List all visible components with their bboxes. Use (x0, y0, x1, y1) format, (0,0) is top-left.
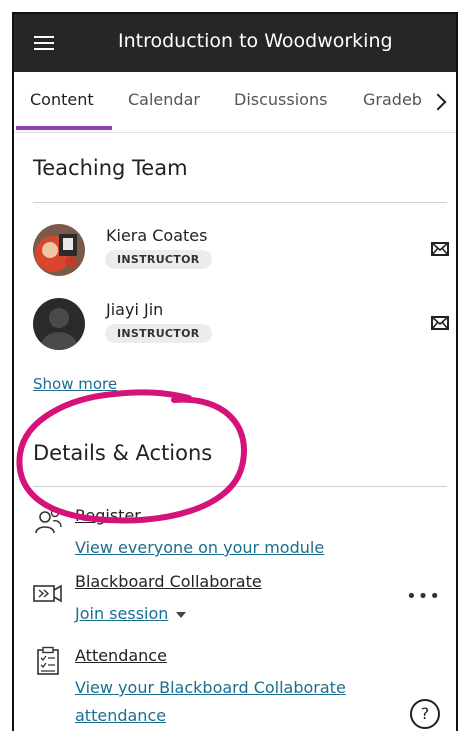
member-name[interactable]: Kiera Coates (106, 226, 207, 245)
clipboard-icon (37, 646, 59, 675)
show-more-link[interactable]: Show more (33, 375, 117, 393)
collaborate-action: Blackboard Collaborate Join session ••• (33, 572, 453, 632)
avatar (33, 224, 85, 276)
more-options-icon[interactable]: ••• (406, 586, 441, 607)
active-tab-indicator (16, 126, 112, 130)
attendance-link[interactable]: Attendance (75, 646, 167, 665)
teaching-team-heading: Teaching Team (33, 156, 188, 180)
page-title: Introduction to Woodworking (118, 30, 393, 52)
attendance-action: Attendance View your Blackboard Collabor… (33, 646, 453, 731)
tab-gradebook[interactable]: Gradeb (363, 90, 423, 109)
tab-calendar[interactable]: Calendar (128, 90, 200, 109)
join-session-link[interactable]: Join session (75, 604, 168, 623)
team-member: Jiayi Jin INSTRUCTOR (33, 298, 453, 360)
divider (33, 486, 447, 487)
hamburger-icon[interactable] (34, 36, 54, 50)
tab-content[interactable]: Content (30, 90, 94, 109)
view-attendance-link[interactable]: View your Blackboard Collaborate attenda… (75, 674, 375, 730)
chevron-down-icon[interactable] (176, 611, 187, 618)
tab-bar: Content Calendar Discussions Gradeb (14, 72, 456, 133)
team-member: Kiera Coates INSTRUCTOR (33, 224, 453, 286)
video-icon (33, 584, 62, 603)
top-bar: Introduction to Woodworking (14, 14, 456, 72)
blackboard-collaborate-link[interactable]: Blackboard Collaborate (75, 572, 262, 591)
mail-icon[interactable] (431, 242, 449, 256)
register-link[interactable]: Register (75, 506, 141, 525)
tab-discussions[interactable]: Discussions (234, 90, 327, 109)
divider (33, 202, 447, 203)
member-name[interactable]: Jiayi Jin (106, 300, 163, 319)
avatar (33, 298, 85, 350)
help-icon[interactable]: ? (410, 699, 440, 729)
app-frame: Introduction to Woodworking Content Cale… (12, 12, 458, 731)
role-badge: INSTRUCTOR (105, 324, 212, 343)
chevron-right-icon[interactable] (432, 86, 450, 108)
mail-icon[interactable] (431, 316, 449, 330)
details-actions-heading: Details & Actions (33, 441, 213, 465)
register-action: Register View everyone on your module (33, 506, 453, 562)
join-session-dropdown[interactable]: Join session (75, 600, 187, 628)
view-everyone-link[interactable]: View everyone on your module (75, 534, 324, 562)
role-badge: INSTRUCTOR (105, 250, 212, 269)
people-icon (35, 508, 62, 534)
